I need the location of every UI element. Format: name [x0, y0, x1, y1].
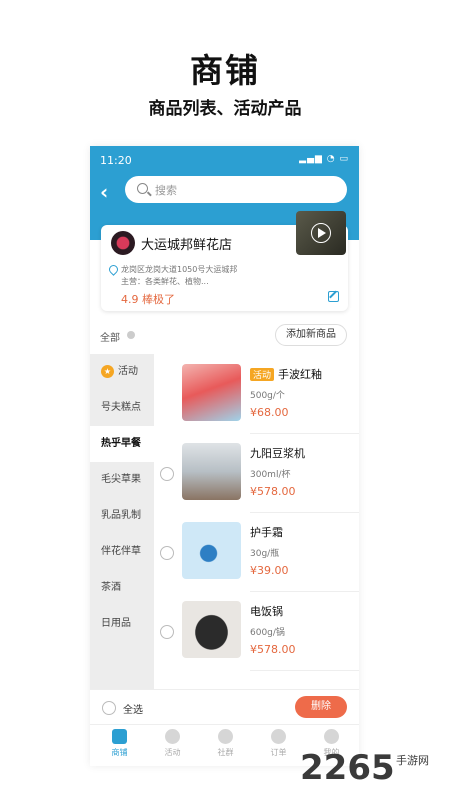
product-price: ¥68.00 — [250, 406, 289, 419]
product-item[interactable]: 活动 手波红釉 500g/个 ¥68.00 — [160, 356, 359, 434]
product-name-row: 活动 手波红釉 — [250, 366, 322, 382]
tab-community[interactable]: 社群 — [199, 729, 252, 758]
product-image-rice-cooker — [182, 601, 241, 658]
filter-all[interactable]: 全部 — [100, 329, 120, 344]
search-placeholder: 搜索 — [155, 184, 177, 197]
product-spec: 30g/瓶 — [250, 549, 280, 559]
product-image-grapefruit — [182, 364, 241, 421]
back-arrow-icon[interactable]: ‹ — [100, 180, 108, 204]
bottom-action-bar: 全选 删除 — [90, 689, 359, 724]
product-name: 护手霜 — [250, 526, 283, 539]
signal-wifi-battery-icon: ▂▄▆ ◔ ▭ — [299, 154, 349, 164]
watermark-text: 手游网 — [396, 754, 429, 767]
hero-subtitle: 商品列表、活动产品 — [148, 99, 302, 119]
category-item[interactable]: 毛尖草果 — [90, 462, 154, 498]
tab-orders[interactable]: 订单 — [252, 729, 305, 758]
divider — [250, 433, 359, 434]
store-business: 主营：各类鲜花、植物... — [121, 277, 209, 286]
category-item[interactable]: 乳品乳制 — [90, 498, 154, 534]
product-item[interactable]: 电饭锅 600g/锅 ¥578.00 — [160, 593, 359, 671]
product-name: 九阳豆浆机 — [250, 447, 305, 460]
status-time: 11:20 — [100, 154, 132, 167]
status-bar: 11:20 ▂▄▆ ◔ ▭ — [90, 146, 359, 174]
divider — [250, 591, 359, 592]
select-all-radio[interactable] — [102, 701, 116, 715]
select-radio[interactable] — [160, 546, 174, 560]
store-avatar — [111, 231, 135, 255]
product-item[interactable]: 护手霜 30g/瓶 ¥39.00 — [160, 514, 359, 592]
product-image-hand-cream — [182, 522, 241, 579]
select-radio[interactable] — [160, 467, 174, 481]
add-product-button[interactable]: 添加新商品 — [275, 324, 347, 346]
category-item[interactable]: 伴花伴草 — [90, 534, 154, 570]
category-item[interactable]: 日用品 — [90, 606, 154, 642]
divider — [250, 512, 359, 513]
home-icon — [112, 729, 127, 744]
category-item[interactable]: 茶酒 — [90, 570, 154, 606]
store-rating: 4.9 棒极了 — [121, 293, 175, 306]
category-item[interactable]: 号夫糕点 — [90, 390, 154, 426]
filter-dropdown-icon[interactable] — [127, 331, 135, 339]
product-image-soymilk-maker — [182, 443, 241, 500]
select-radio[interactable] — [160, 625, 174, 639]
store-name: 大运城邦鲜花店 — [141, 238, 233, 253]
activity-tag: 活动 — [250, 368, 275, 381]
star-icon: ★ — [101, 364, 114, 378]
store-video-thumbnail[interactable] — [296, 211, 346, 255]
edit-icon[interactable] — [328, 291, 339, 302]
order-icon — [271, 729, 286, 744]
search-input[interactable]: 搜索 — [125, 176, 347, 203]
store-address: 龙岗区龙岗大道1050号大运城邦 — [121, 265, 238, 274]
tab-shop[interactable]: 商铺 — [93, 729, 146, 758]
product-spec: 500g/个 — [250, 391, 285, 401]
chat-icon — [218, 729, 233, 744]
hero-title: 商铺 — [190, 51, 260, 90]
location-pin-icon — [107, 263, 120, 276]
product-name: 手波红釉 — [278, 368, 323, 381]
category-sidebar: ★ 活动 号夫糕点 热乎早餐 毛尖草果 乳品乳制 伴花伴草 茶酒 日用品 — [90, 354, 154, 689]
compass-icon — [165, 729, 180, 744]
watermark-logo: 2265 — [300, 748, 395, 788]
product-spec: 300ml/杯 — [250, 470, 291, 480]
delete-button[interactable]: 删除 — [295, 696, 347, 718]
product-name: 电饭锅 — [250, 605, 283, 618]
phone-frame: 11:20 ▂▄▆ ◔ ▭ ‹ 搜索 大运城邦鲜花店 龙岗区龙岗大道1050号大… — [90, 146, 359, 766]
category-activity[interactable]: ★ 活动 — [90, 354, 154, 390]
divider — [250, 670, 359, 671]
user-icon — [324, 729, 339, 744]
play-icon — [311, 223, 331, 243]
product-price: ¥578.00 — [250, 485, 296, 498]
select-all-label[interactable]: 全选 — [123, 701, 143, 716]
category-item-active[interactable]: 热乎早餐 — [90, 426, 154, 462]
product-price: ¥39.00 — [250, 564, 289, 577]
product-price: ¥578.00 — [250, 643, 296, 656]
product-spec: 600g/锅 — [250, 628, 285, 638]
search-icon — [137, 183, 148, 194]
product-item[interactable]: 九阳豆浆机 300ml/杯 ¥578.00 — [160, 435, 359, 513]
tab-activity[interactable]: 活动 — [146, 729, 199, 758]
store-card[interactable]: 大运城邦鲜花店 龙岗区龙岗大道1050号大运城邦 主营：各类鲜花、植物... 4… — [101, 211, 348, 311]
